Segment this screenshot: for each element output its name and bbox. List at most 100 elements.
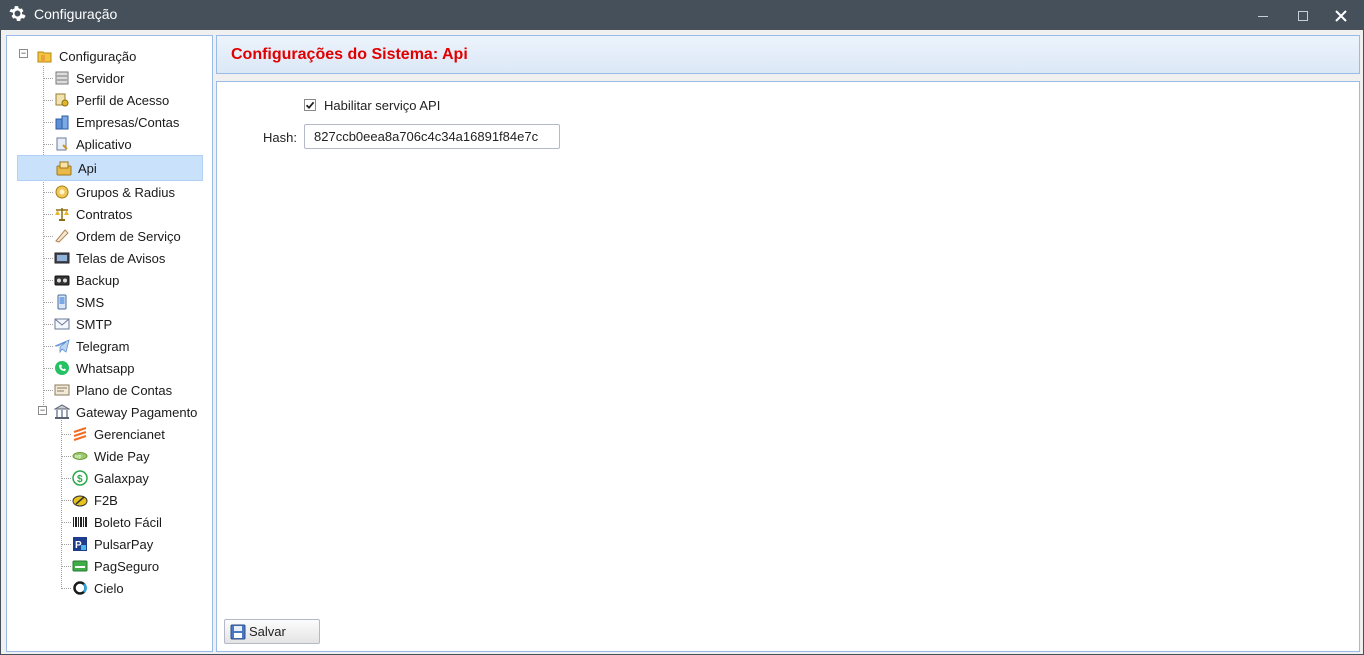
tree-branch	[43, 122, 53, 123]
tree-node-label: Ordem de Serviço	[76, 228, 181, 244]
tree-branch	[61, 478, 71, 479]
tree-branch	[43, 144, 53, 145]
tree-branch	[43, 280, 53, 281]
tree-node-aplicativo[interactable]: Aplicativo	[54, 133, 132, 155]
tree-node-empresas-contas[interactable]: Empresas/Contas	[54, 111, 179, 133]
floppy-disk-icon	[230, 624, 246, 639]
tree-node-label: Perfil de Acesso	[76, 92, 170, 108]
tree-node-perfil-de-acesso[interactable]: Perfil de Acesso	[54, 89, 169, 111]
tree-branch	[61, 588, 71, 589]
application-icon	[56, 137, 68, 151]
tree-node-grupos-radius[interactable]: Grupos & Radius	[54, 181, 175, 203]
tree-node-pagseguro[interactable]: PagSeguro	[72, 555, 159, 577]
tree-node-contratos[interactable]: Contratos	[54, 203, 132, 225]
page-header: Configurações do Sistema: Api	[216, 35, 1360, 74]
gerencianet-icon	[73, 427, 87, 441]
tree-branch	[43, 192, 53, 193]
enable-api-checkbox[interactable]	[304, 99, 316, 111]
tree-node-whatsapp[interactable]: Whatsapp	[54, 357, 135, 379]
save-button[interactable]: Salvar	[224, 619, 320, 644]
tree-node-label: Gerencianet	[94, 426, 165, 442]
hash-label: Hash:	[263, 130, 297, 145]
tree-node-cielo[interactable]: Cielo	[72, 577, 124, 599]
galaxpay-icon: $	[72, 470, 88, 486]
whatsapp-icon	[55, 361, 69, 375]
close-button[interactable]	[1323, 1, 1359, 30]
tree-node-label: Boleto Fácil	[94, 514, 162, 530]
tree-node-sms[interactable]: SMS	[54, 291, 104, 313]
tree-node-telegram[interactable]: Telegram	[54, 335, 129, 357]
tree-node-wide-pay[interactable]: wp Wide Pay	[72, 445, 150, 467]
tree-node-label: PagSeguro	[94, 558, 160, 574]
tree-node-plano-de-contas[interactable]: Plano de Contas	[54, 379, 172, 401]
tree-node-label: Plano de Contas	[76, 382, 173, 398]
tree-node-label: SMS	[76, 294, 105, 310]
tree-node-label: Servidor	[76, 70, 125, 86]
tree-node-label: Configuração	[59, 48, 137, 64]
api-settings-form: Habilitar serviço API Hash: Salvar	[216, 81, 1360, 652]
tree-node-boleto-facil[interactable]: Boleto Fácil	[72, 511, 162, 533]
tree-node-gateway-pagamento[interactable]: Gateway Pagamento	[54, 401, 197, 423]
save-button-label: Salvar	[249, 624, 286, 639]
title-bar[interactable]: Configuração	[1, 1, 1363, 30]
access-profile-icon	[55, 93, 69, 107]
tree-branch	[61, 566, 71, 567]
tree-node-backup[interactable]: Backup	[54, 269, 119, 291]
f2b-icon	[72, 495, 88, 507]
api-icon	[56, 161, 72, 176]
svg-text:wp: wp	[75, 454, 82, 460]
collapse-gateway-toggle[interactable]: −	[38, 406, 47, 415]
tree-node-label: Galaxpay	[94, 470, 149, 486]
tree-node-label: Contratos	[76, 206, 133, 222]
smtp-envelope-icon	[54, 318, 70, 330]
close-icon	[1335, 9, 1347, 22]
tree-branch	[43, 100, 53, 101]
tree-node-galaxpay[interactable]: $ Galaxpay	[72, 467, 149, 489]
tree-branch	[61, 544, 71, 545]
cielo-icon	[73, 581, 87, 595]
tree-node-ordem-de-servico[interactable]: Ordem de Serviço	[54, 225, 181, 247]
tree-node-smtp[interactable]: SMTP	[54, 313, 112, 335]
maximize-button[interactable]	[1285, 1, 1321, 30]
tree-node-label: Telegram	[76, 338, 130, 354]
maximize-icon	[1298, 10, 1308, 21]
tree-node-label: Backup	[76, 272, 120, 288]
tree-node-label: Wide Pay	[94, 448, 150, 464]
service-order-icon	[55, 229, 69, 243]
folder-config-icon	[37, 51, 52, 63]
groups-radius-icon	[55, 185, 69, 199]
tree-node-label: Whatsapp	[76, 360, 135, 376]
tree-branch	[61, 434, 71, 435]
svg-text:$: $	[77, 474, 83, 485]
tree-node-configuracao[interactable]: Configuração	[37, 45, 136, 67]
navigation-tree-panel: − Configuração Servidor Perfil de Acesso	[6, 35, 213, 652]
tree-branch	[61, 456, 71, 457]
bank-icon	[54, 404, 70, 419]
tree-branch	[61, 522, 71, 523]
hash-input[interactable]	[304, 124, 560, 149]
tree-branch	[43, 324, 53, 325]
companies-icon	[55, 115, 69, 130]
telegram-icon	[54, 339, 70, 354]
tree-branch	[61, 500, 71, 501]
tree-node-servidor[interactable]: Servidor	[54, 67, 124, 89]
tree-node-telas-de-avisos[interactable]: Telas de Avisos	[54, 247, 165, 269]
tree-branch	[43, 390, 53, 391]
enable-api-row[interactable]: Habilitar serviço API	[304, 97, 440, 113]
config-window: Configuração − Configuração Servidor Per…	[0, 0, 1364, 655]
tree-node-pulsarpay[interactable]: P PulsarPay	[72, 533, 153, 555]
tree-node-api[interactable]: Api	[17, 155, 203, 181]
tree-branch	[43, 346, 53, 347]
navigation-tree: − Configuração Servidor Perfil de Acesso	[7, 36, 212, 651]
minimize-button[interactable]	[1245, 1, 1281, 30]
tree-guide-line	[61, 418, 62, 589]
collapse-root-toggle[interactable]: −	[19, 49, 28, 58]
tree-branch	[43, 302, 53, 303]
sms-icon	[57, 294, 67, 310]
tree-node-gerencianet[interactable]: Gerencianet	[72, 423, 165, 445]
scales-icon	[55, 208, 69, 221]
tree-node-label: Api	[78, 160, 97, 176]
tree-node-label: Empresas/Contas	[76, 114, 180, 130]
tree-branch	[43, 258, 53, 259]
tree-node-f2b[interactable]: F2B	[72, 489, 118, 511]
